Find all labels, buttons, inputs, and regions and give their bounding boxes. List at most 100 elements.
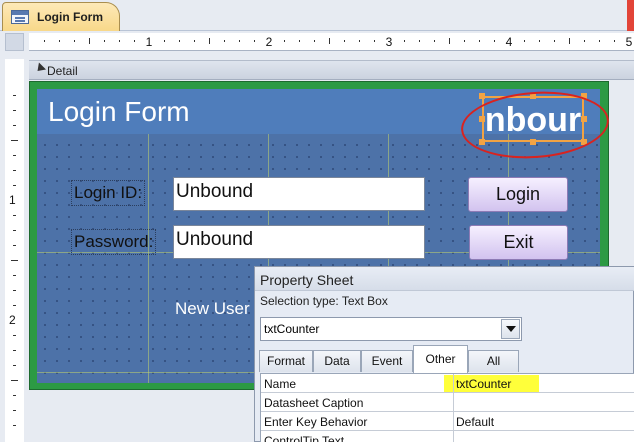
ruler-number: 2 [9, 313, 16, 327]
ruler-tick [569, 38, 570, 44]
detail-section-bar[interactable]: Detail [29, 60, 634, 80]
property-value[interactable] [453, 393, 634, 411]
tab-all[interactable]: All [468, 350, 519, 372]
tab-event[interactable]: Event [361, 350, 413, 372]
ruler-tick [614, 40, 615, 42]
property-value[interactable]: Default [453, 412, 634, 430]
property-row-datasheet-caption[interactable]: Datasheet Caption [261, 393, 634, 412]
property-value[interactable]: txtCounter [453, 374, 634, 392]
ruler-number: 5 [625, 35, 633, 49]
property-name: Datasheet Caption [264, 396, 364, 410]
ruler-tick [13, 425, 16, 426]
section-collapse-arrow-icon [33, 62, 47, 75]
ruler-tick [134, 40, 135, 42]
new-user-label[interactable]: New User [175, 299, 250, 319]
password-textbox[interactable]: Unbound [173, 225, 425, 259]
tab-format[interactable]: Format [259, 350, 313, 372]
ruler-tick [539, 40, 540, 42]
ruler-tick [44, 40, 45, 42]
tab-data[interactable]: Data [313, 350, 361, 372]
property-sheet-title-bar[interactable]: Property Sheet [255, 267, 634, 291]
ruler-tick [209, 38, 210, 44]
ruler-corner-select-all[interactable] [5, 33, 24, 51]
horizontal-ruler[interactable]: 1 2 3 4 5 [29, 33, 634, 51]
resize-handle[interactable] [479, 93, 485, 99]
ruler-tick [13, 125, 16, 126]
ruler-tick [239, 40, 240, 42]
ruler-tick [119, 40, 120, 42]
ruler-tick [11, 260, 18, 261]
login-id-label[interactable]: Login ID: [71, 180, 146, 206]
detail-section-label: Detail [47, 64, 78, 78]
ruler-tick [13, 245, 16, 246]
ruler-tick [584, 40, 585, 42]
ruler-tick [434, 40, 435, 42]
ruler-tick [13, 155, 16, 156]
ruler-tick [329, 38, 330, 44]
password-label[interactable]: Password: [71, 229, 157, 255]
property-sheet-title: Property Sheet [260, 272, 354, 288]
ruler-tick [599, 40, 600, 42]
selected-control-name: txtCounter [264, 322, 320, 336]
ruler-tick [104, 40, 105, 42]
form-title-label[interactable]: Login Form [48, 96, 190, 128]
ruler-tick [11, 140, 18, 141]
ruler-tick [194, 40, 195, 42]
selection-type-label: Selection type: Text Box [260, 294, 388, 308]
ruler-tick [524, 40, 525, 42]
ruler-tick [13, 230, 16, 231]
document-tab-strip: Login Form [0, 0, 634, 31]
exit-button[interactable]: Exit [469, 225, 568, 260]
property-name: ControlTip Text [264, 434, 345, 442]
ruler-tick [164, 40, 165, 42]
ruler-tick [13, 395, 16, 396]
ruler-tick [13, 215, 16, 216]
property-row-enter-key-behavior[interactable]: Enter Key Behavior Default [261, 412, 634, 431]
ruler-tick [179, 40, 180, 42]
property-row-name[interactable]: Name txtCounter [261, 374, 634, 393]
property-grid: Name txtCounter Datasheet Caption Enter … [260, 373, 634, 442]
ruler-tick [254, 40, 255, 42]
ruler-tick [374, 40, 375, 42]
login-id-textbox[interactable]: Unbound [173, 177, 425, 211]
ruler-number: 1 [9, 193, 16, 207]
ruler-tick [494, 40, 495, 42]
ruler-tick [13, 185, 16, 186]
ruler-tick [479, 40, 480, 42]
vertical-ruler[interactable]: 12 [5, 80, 24, 442]
ruler-number: 3 [385, 35, 393, 49]
ruler-number: 4 [505, 35, 513, 49]
ruler-tick [13, 350, 16, 351]
ruler-tick [13, 95, 16, 96]
ruler-tick [89, 38, 90, 44]
form-icon [11, 10, 29, 24]
ruler-tick [284, 40, 285, 42]
chevron-down-icon[interactable] [501, 319, 520, 339]
control-selector-dropdown[interactable]: txtCounter [260, 317, 522, 341]
tab-other[interactable]: Other [413, 345, 468, 373]
ruler-tick [13, 290, 16, 291]
ruler-tick [13, 305, 16, 306]
ruler-tick [299, 40, 300, 42]
close-document-button[interactable] [627, 0, 634, 31]
ruler-tick [464, 40, 465, 42]
ruler-tick [11, 380, 18, 381]
property-row-controltip-text[interactable]: ControlTip Text [261, 431, 634, 442]
ruler-tick [449, 38, 450, 44]
login-form-document-tab[interactable]: Login Form [2, 2, 120, 31]
ruler-tick [13, 275, 16, 276]
property-name: Name [264, 377, 297, 391]
document-tab-label: Login Form [37, 10, 103, 24]
ruler-number: 2 [265, 35, 273, 49]
ruler-tick [224, 40, 225, 42]
ruler-number: 1 [145, 35, 153, 49]
ruler-tick [13, 335, 16, 336]
property-value[interactable] [453, 431, 634, 442]
ruler-tick [404, 40, 405, 42]
ruler-tick [554, 40, 555, 42]
ruler-tick [13, 170, 16, 171]
login-button[interactable]: Login [468, 177, 568, 212]
property-sheet-pane: Property Sheet Selection type: Text Box … [254, 266, 634, 442]
ruler-tick [344, 40, 345, 42]
property-name: Enter Key Behavior [264, 415, 368, 429]
